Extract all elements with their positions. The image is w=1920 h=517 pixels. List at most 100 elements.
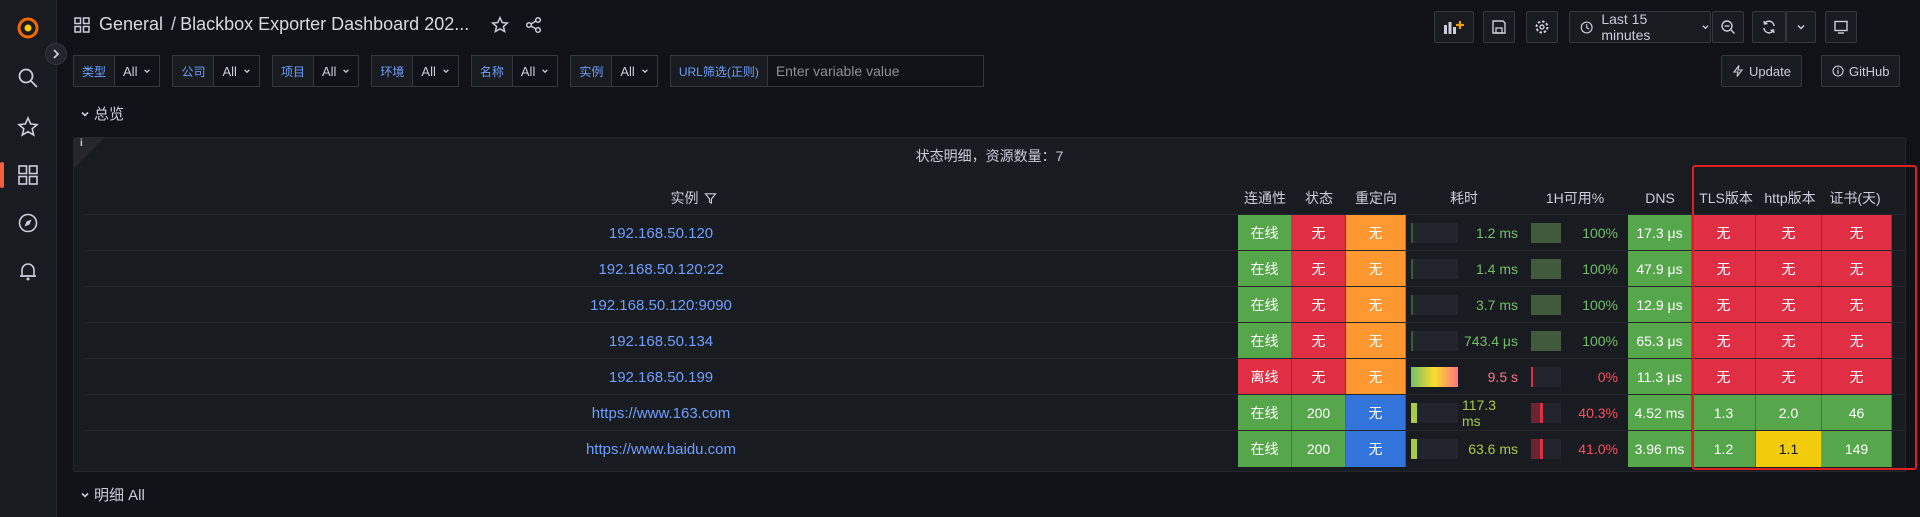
status-cell: 无 bbox=[1292, 323, 1346, 359]
breadcrumb-separator: / bbox=[171, 14, 177, 34]
dashboard-title[interactable]: Blackbox Exporter Dashboard 202... bbox=[180, 14, 469, 35]
variable-select[interactable]: All bbox=[312, 55, 360, 87]
col-header-conn[interactable]: 连通性 bbox=[1238, 184, 1292, 212]
clock-icon bbox=[1580, 21, 1593, 33]
variable-value: All bbox=[520, 63, 536, 79]
tv-mode-button[interactable] bbox=[1825, 11, 1857, 43]
availability-value: 0% bbox=[1597, 369, 1618, 385]
add-panel-button[interactable] bbox=[1434, 11, 1474, 43]
row-overview-title: 总览 bbox=[94, 106, 125, 123]
variable-select[interactable]: All bbox=[611, 55, 658, 87]
status-cell: 200 bbox=[1292, 431, 1346, 467]
zoom-out-icon bbox=[1721, 20, 1735, 34]
variable-select[interactable]: All bbox=[213, 55, 260, 87]
dashboard-settings-button[interactable] bbox=[1526, 11, 1558, 43]
conn-cell: 在线 bbox=[1238, 215, 1292, 251]
variable-name[interactable]: 名称 All bbox=[470, 55, 559, 87]
col-header-redirect[interactable]: 重定向 bbox=[1346, 184, 1406, 212]
chevron-down-icon bbox=[641, 69, 648, 74]
col-header-status[interactable]: 状态 bbox=[1292, 184, 1346, 212]
conn-cell: 在线 bbox=[1238, 251, 1292, 287]
info-circle-icon bbox=[1832, 65, 1844, 77]
active-indicator bbox=[0, 162, 4, 188]
col-header-instance[interactable]: 实例 bbox=[84, 184, 1303, 212]
duration-gauge-fill bbox=[1411, 403, 1417, 423]
chevron-down-icon bbox=[144, 69, 151, 74]
row-overview[interactable]: 总览 bbox=[80, 103, 124, 124]
table-row: 192.168.50.134 在线无无 743.4 μs 100% 65.3 μs 无无无 bbox=[84, 322, 1906, 359]
instance-link[interactable]: https://www.163.com bbox=[84, 395, 1238, 431]
dns-cell: 4.52 ms bbox=[1628, 395, 1692, 431]
refresh-button[interactable] bbox=[1752, 11, 1786, 43]
dns-cell: 17.3 μs bbox=[1628, 215, 1692, 251]
save-icon bbox=[1492, 20, 1506, 34]
instance-link[interactable]: 192.168.50.199 bbox=[84, 359, 1238, 395]
starred-icon[interactable] bbox=[14, 113, 42, 141]
filter-icon bbox=[703, 192, 717, 204]
variable-type[interactable]: 类型 All bbox=[73, 55, 161, 87]
chevron-down-icon bbox=[81, 492, 89, 498]
url-filter-input[interactable]: Enter variable value bbox=[766, 55, 984, 87]
grafana-logo-icon[interactable] bbox=[14, 14, 42, 42]
top-navbar: General / Blackbox Exporter Dashboard 20… bbox=[57, 0, 1920, 52]
variable-project[interactable]: 项目 All bbox=[271, 55, 360, 87]
availability-gauge-fill bbox=[1531, 295, 1561, 315]
redirect-cell: 无 bbox=[1346, 251, 1406, 287]
variable-company[interactable]: 公司 All bbox=[172, 55, 260, 87]
variable-select[interactable]: All bbox=[114, 55, 161, 87]
duration-gauge bbox=[1411, 331, 1458, 351]
save-dashboard-button[interactable] bbox=[1483, 11, 1515, 43]
row-detail[interactable]: 明细 All bbox=[80, 484, 145, 505]
expand-menu-button[interactable] bbox=[45, 43, 67, 65]
dns-cell: 47.9 μs bbox=[1628, 251, 1692, 287]
col-header-availability[interactable]: 1H可用% bbox=[1522, 184, 1628, 212]
duration-gauge bbox=[1411, 259, 1458, 279]
availability-gauge-fill bbox=[1531, 223, 1561, 243]
instance-link[interactable]: 192.168.50.120:22 bbox=[84, 251, 1238, 287]
star-icon[interactable] bbox=[491, 15, 510, 34]
duration-gauge-fill bbox=[1411, 367, 1458, 387]
availability-gauge bbox=[1531, 367, 1561, 387]
duration-value: 9.5 s bbox=[1487, 369, 1518, 385]
update-link-button[interactable]: Update bbox=[1721, 55, 1802, 87]
duration-value: 743.4 μs bbox=[1464, 333, 1518, 349]
instance-link[interactable]: https://www.baidu.com bbox=[84, 431, 1238, 467]
add-panel-icon bbox=[1444, 21, 1464, 34]
time-range-picker[interactable]: Last 15 minutes bbox=[1569, 11, 1711, 43]
table-row: 192.168.50.120 在线无无 1.2 ms 100% 17.3 μs 无无无 bbox=[84, 214, 1906, 251]
dashboards-icon[interactable] bbox=[14, 161, 42, 189]
variable-instance[interactable]: 实例 All bbox=[570, 55, 658, 87]
chevron-down-icon bbox=[542, 69, 549, 74]
github-link-button[interactable]: GitHub bbox=[1821, 55, 1901, 87]
conn-cell: 在线 bbox=[1238, 323, 1292, 359]
col-header-duration[interactable]: 耗时 bbox=[1406, 184, 1522, 212]
breadcrumb-folder[interactable]: General bbox=[99, 14, 163, 35]
variable-url-filter[interactable]: URL筛选(正则) Enter variable value bbox=[669, 55, 984, 87]
zoom-out-button[interactable] bbox=[1712, 11, 1744, 43]
variable-select[interactable]: All bbox=[412, 55, 459, 87]
search-icon[interactable] bbox=[14, 64, 42, 92]
availability-gauge bbox=[1531, 403, 1561, 423]
alerting-bell-icon[interactable] bbox=[14, 257, 42, 285]
variable-env[interactable]: 环境 All bbox=[371, 55, 459, 87]
duration-gauge-fill bbox=[1411, 439, 1417, 459]
col-header-dns[interactable]: DNS bbox=[1628, 184, 1692, 212]
redirect-cell: 无 bbox=[1346, 323, 1406, 359]
availability-gauge bbox=[1531, 259, 1561, 279]
status-cell: 无 bbox=[1292, 359, 1346, 395]
refresh-interval-dropdown[interactable] bbox=[1786, 11, 1816, 43]
instance-link[interactable]: 192.168.50.120 bbox=[84, 215, 1238, 251]
duration-value: 1.2 ms bbox=[1475, 225, 1518, 241]
chevron-down-icon bbox=[81, 111, 89, 117]
chevron-down-icon bbox=[1702, 25, 1709, 30]
status-cell: 无 bbox=[1292, 287, 1346, 323]
explore-icon[interactable] bbox=[14, 209, 42, 237]
update-link-label: Update bbox=[1749, 63, 1791, 79]
variable-value: All bbox=[421, 63, 436, 79]
variable-select[interactable]: All bbox=[511, 55, 559, 87]
availability-gauge-fill bbox=[1531, 331, 1561, 351]
share-icon[interactable] bbox=[525, 16, 543, 34]
instance-link[interactable]: 192.168.50.134 bbox=[84, 323, 1238, 359]
variable-value: All bbox=[321, 63, 337, 79]
instance-link[interactable]: 192.168.50.120:9090 bbox=[84, 287, 1238, 323]
